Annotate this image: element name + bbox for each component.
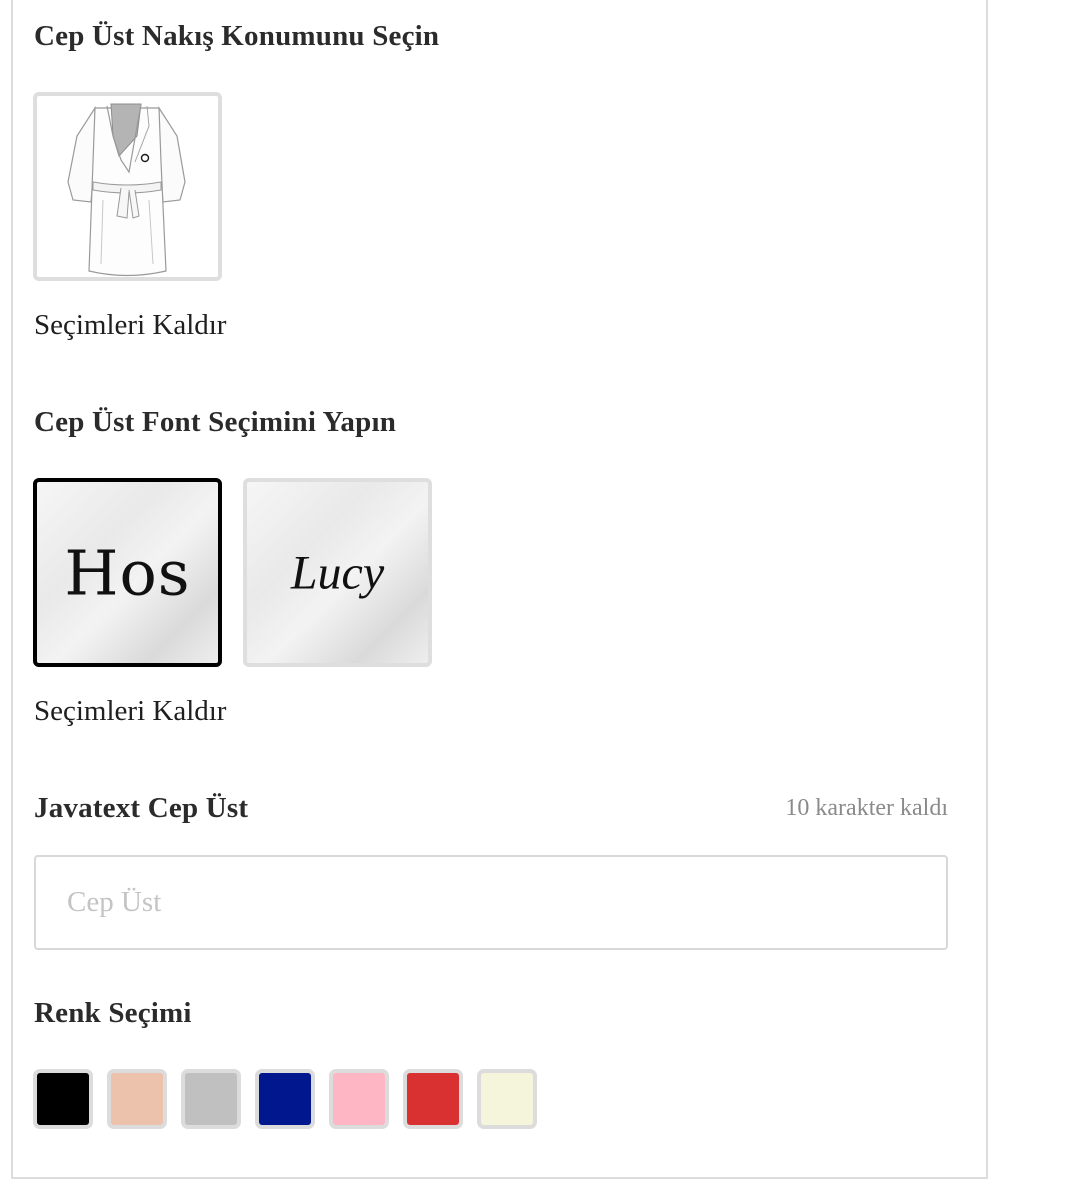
font-option-hos[interactable]: Hos [33,478,222,667]
font-sample-lucy: Lucy [290,546,385,599]
color-swatch-cream[interactable] [477,1069,537,1129]
bathrobe-left-chest-icon [67,103,186,277]
color-swatch-navy[interactable] [255,1069,315,1129]
text-field-label: Javatext Cep Üst [34,792,249,824]
font-option-lucy[interactable]: Lucy [243,478,432,667]
clear-position-selection-link[interactable]: Seçimleri Kaldır [34,309,226,342]
font-selection-title: Cep Üst Font Seçimini Yapın [34,406,397,438]
embroidery-text-input[interactable] [34,855,948,950]
clear-font-selection-link[interactable]: Seçimleri Kaldır [34,695,226,728]
position-option-left-chest[interactable] [33,92,222,281]
color-selection-title: Renk Seçimi [34,997,192,1029]
character-counter: 10 karakter kaldı [785,795,948,821]
embroidery-position-title: Cep Üst Nakış Konumunu Seçin [34,20,440,52]
color-swatch-red[interactable] [403,1069,463,1129]
color-swatch-peach[interactable] [107,1069,167,1129]
color-swatch-pink[interactable] [329,1069,389,1129]
color-swatch-black[interactable] [33,1069,93,1129]
font-sample-hos: Hos [64,536,191,609]
color-swatch-silver[interactable] [181,1069,241,1129]
